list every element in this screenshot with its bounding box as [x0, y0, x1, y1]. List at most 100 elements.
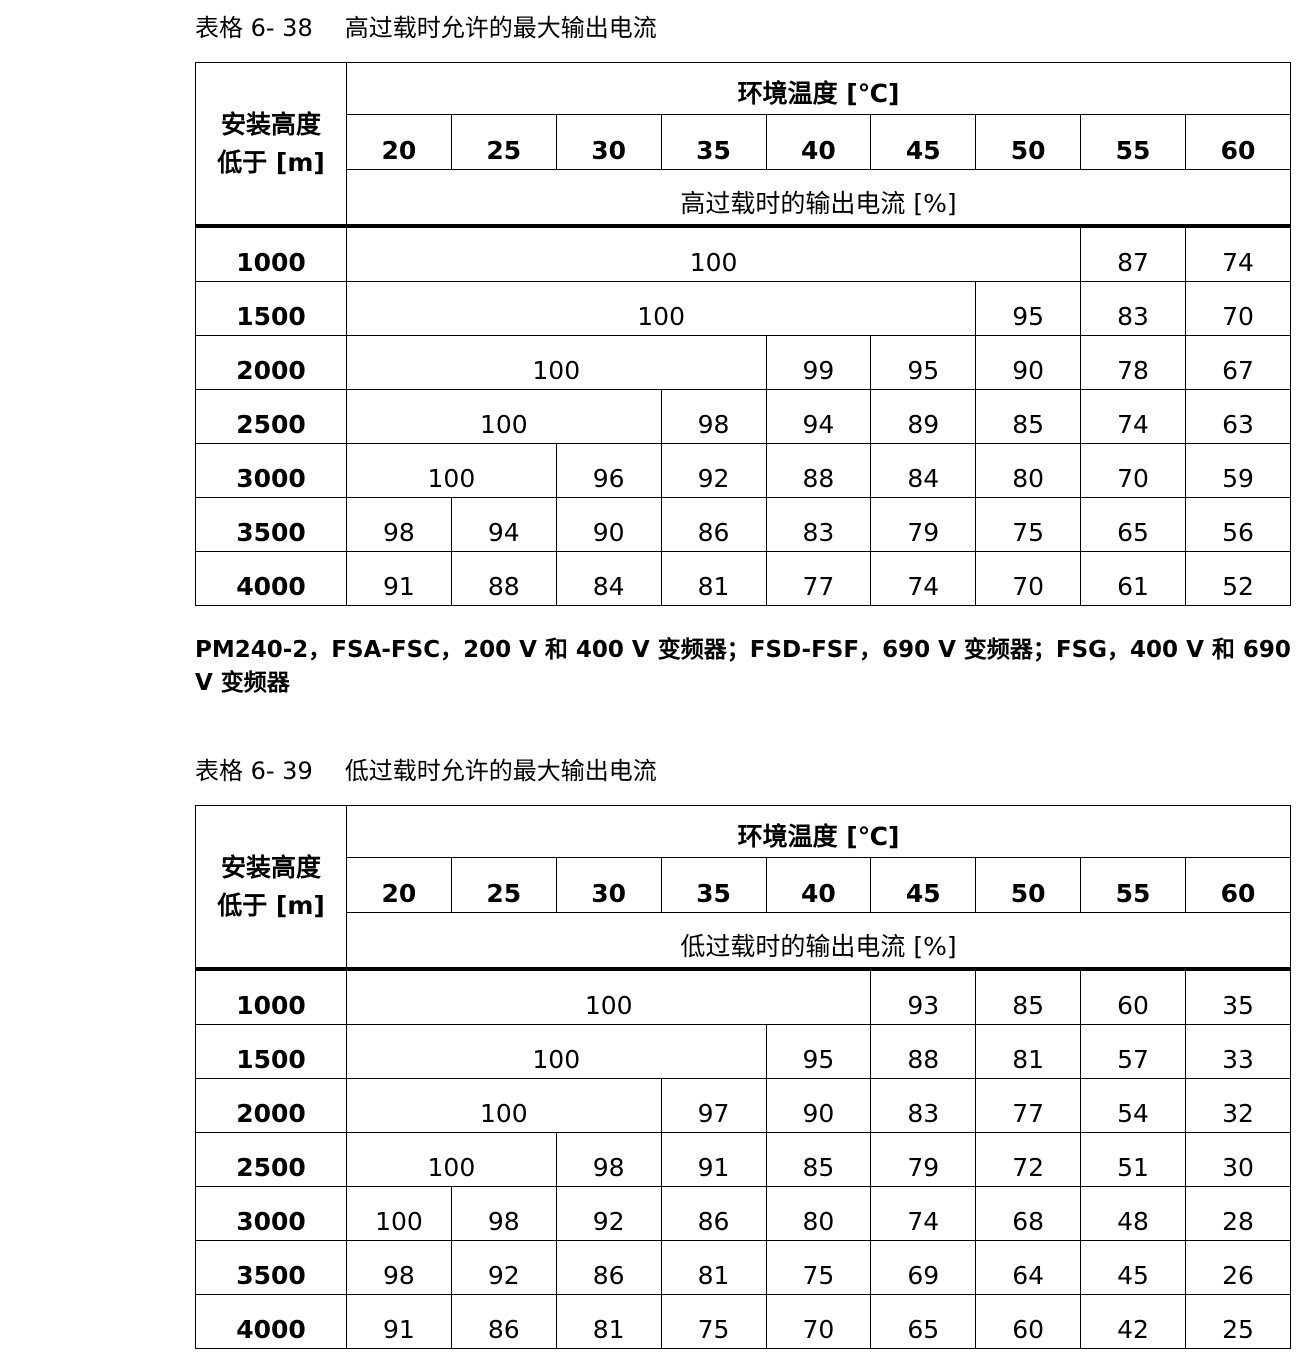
current-value-cell: 92 — [450, 1240, 557, 1295]
current-value-cell: 75 — [765, 1240, 872, 1295]
current-value-cell: 25 — [1185, 1294, 1291, 1349]
current-value-cell: 88 — [870, 1024, 977, 1079]
current-value-cell: 91 — [346, 1294, 452, 1349]
temperature-column-header: 50 — [975, 857, 1082, 913]
altitude-header-line1: 安装高度 — [220, 109, 321, 139]
current-value-cell: 100 — [346, 1132, 557, 1187]
current-value-cell: 100 — [346, 1186, 452, 1241]
high-overload-derating-table: 安装高度 低于 [m] 环境温度 [℃] 20 25 30 35 40 45 50 55 60 高过载时… — [195, 62, 1291, 606]
table-caption-number: 表格 6- 39 — [195, 757, 313, 785]
temperature-column-header: 30 — [555, 857, 662, 913]
current-value-cell: 100 — [345, 281, 977, 336]
table-body: 安装高度 低于 [m] 环境温度 [℃] 20 25 30 35 40 45 50 55 60 低过载时… — [195, 805, 1291, 1349]
temperature-column-header: 25 — [450, 114, 557, 170]
temperature-column-header: 20 — [346, 114, 452, 170]
current-value-cell: 79 — [870, 497, 977, 552]
current-value-cell: 69 — [870, 1240, 977, 1295]
table-row: 3000 100 98 92 86 80 74 68 48 28 — [195, 1186, 1291, 1241]
current-value-cell: 90 — [555, 497, 662, 552]
current-value-cell: 75 — [660, 1294, 767, 1349]
altitude-header-line1: 安装高度 — [220, 852, 321, 882]
current-value-cell: 90 — [765, 1078, 872, 1133]
table-row: 3500 98 94 90 86 83 79 75 65 56 — [195, 497, 1291, 552]
temperature-column-header: 45 — [870, 114, 977, 170]
table-row: 2000 100 97 90 83 77 54 32 — [195, 1078, 1291, 1133]
header-row-temperatures: 20 25 30 35 40 45 50 55 60 — [196, 857, 1291, 913]
current-value-cell: 81 — [555, 1294, 662, 1349]
current-value-cell: 26 — [1185, 1240, 1291, 1295]
current-value-cell: 45 — [1080, 1240, 1186, 1295]
current-value-cell: 100 — [346, 1078, 662, 1133]
table-row: 2500 100 98 94 89 85 74 63 — [195, 389, 1291, 444]
altitude-cell: 4000 — [195, 551, 347, 606]
current-value-cell: 77 — [975, 1078, 1082, 1133]
current-value-cell: 64 — [975, 1240, 1082, 1295]
current-value-cell: 97 — [660, 1078, 767, 1133]
current-value-cell: 80 — [975, 443, 1082, 498]
current-value-cell: 100 — [345, 225, 1082, 282]
current-value-cell: 74 — [870, 551, 977, 606]
current-value-cell: 80 — [765, 1186, 872, 1241]
current-value-cell: 95 — [765, 1024, 872, 1079]
current-value-cell: 51 — [1080, 1132, 1186, 1187]
current-value-cell: 77 — [765, 551, 872, 606]
current-value-cell: 35 — [1185, 968, 1291, 1025]
current-value-cell: 98 — [555, 1132, 662, 1187]
current-value-cell: 86 — [660, 497, 767, 552]
temperature-column-header: 40 — [765, 114, 872, 170]
current-value-cell: 92 — [660, 443, 767, 498]
current-value-cell: 83 — [1080, 281, 1186, 336]
current-value-cell: 83 — [765, 497, 872, 552]
altitude-header-line2: 低于 [m] — [217, 147, 325, 177]
current-value-cell: 90 — [975, 335, 1082, 390]
table-row: 2000 100 99 95 90 78 67 — [195, 335, 1291, 390]
temperature-column-header: 30 — [555, 114, 662, 170]
table-caption-number: 表格 6- 38 — [195, 14, 313, 42]
temperature-column-header: 25 — [450, 857, 557, 913]
table-row: 2500 100 98 91 85 79 72 51 30 — [195, 1132, 1291, 1187]
current-value-cell: 98 — [346, 497, 452, 552]
header-row-current: 高过载时的输出电流 [%] — [196, 169, 1291, 228]
current-value-cell: 78 — [1080, 335, 1186, 390]
table-row: 1500 100 95 88 81 57 33 — [195, 1024, 1291, 1079]
note-paragraph: PM240-2，FSA-FSC，200 V 和 400 V 变频器；FSD-FS… — [195, 637, 1291, 696]
current-value-cell: 100 — [346, 335, 767, 390]
current-value-cell: 74 — [870, 1186, 977, 1241]
table-caption-high-overload: 表格 6- 38 高过载时允许的最大输出电流 — [195, 12, 657, 44]
temperature-column-header: 60 — [1185, 114, 1291, 170]
current-value-cell: 94 — [450, 497, 557, 552]
altitude-cell: 1000 — [195, 225, 347, 282]
current-value-cell: 56 — [1185, 497, 1291, 552]
current-value-cell: 67 — [1185, 335, 1291, 390]
altitude-cell: 3000 — [195, 1186, 347, 1241]
current-value-cell: 86 — [450, 1294, 557, 1349]
temperature-column-header: 20 — [346, 857, 452, 913]
current-value-cell: 72 — [975, 1132, 1082, 1187]
current-value-cell: 100 — [346, 1024, 767, 1079]
current-value-cell: 32 — [1185, 1078, 1291, 1133]
output-current-header: 高过载时的输出电流 [%] — [346, 169, 1291, 228]
table-row: 3000 100 96 92 88 84 80 70 59 — [195, 443, 1291, 498]
altitude-header-line2: 低于 [m] — [217, 890, 325, 920]
temperature-column-header: 35 — [660, 857, 767, 913]
current-value-cell: 74 — [1185, 225, 1291, 282]
altitude-cell: 1000 — [195, 968, 347, 1025]
current-value-cell: 65 — [1080, 497, 1186, 552]
altitude-cell: 3500 — [195, 1240, 347, 1295]
altitude-cell: 3500 — [195, 497, 347, 552]
altitude-cell: 4000 — [195, 1294, 347, 1349]
table-row: 4000 91 88 84 81 77 74 70 61 52 — [195, 551, 1291, 606]
table-row: 1000 100 87 74 — [195, 225, 1291, 282]
current-value-cell: 70 — [1185, 281, 1291, 336]
current-value-cell: 86 — [660, 1186, 767, 1241]
current-value-cell: 75 — [975, 497, 1082, 552]
current-value-cell: 52 — [1185, 551, 1291, 606]
current-value-cell: 99 — [765, 335, 872, 390]
current-value-cell: 61 — [1080, 551, 1186, 606]
current-value-cell: 81 — [660, 1240, 767, 1295]
temperature-header: 环境温度 [℃] — [346, 805, 1291, 858]
temperature-column-header: 55 — [1080, 857, 1186, 913]
current-value-cell: 28 — [1185, 1186, 1291, 1241]
temperature-column-header: 35 — [660, 114, 767, 170]
current-value-cell: 74 — [1080, 389, 1186, 444]
